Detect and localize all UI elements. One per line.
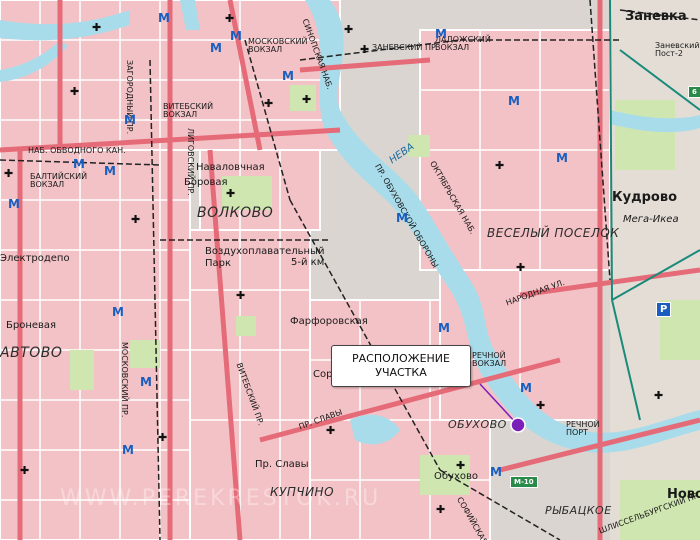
metro-icon[interactable]: M	[124, 114, 136, 126]
map[interactable]: WWW.PEREKRESTOK.RU ВОЛКОВО ВЕСЕЛЫЙ ПОСЕЛ…	[0, 0, 700, 540]
church-icon: ✚	[344, 23, 354, 36]
church-icon: ✚	[131, 213, 141, 226]
metro-icon[interactable]: M	[158, 12, 170, 24]
station-bronevaya: Броневая	[6, 320, 57, 331]
station-rechnoy-vokzal: РЕЧНОЙ ВОКЗАЛ	[472, 351, 507, 368]
church-icon: ✚	[360, 43, 370, 56]
church-icon: ✚	[236, 289, 246, 302]
church-icon: ✚	[70, 85, 80, 98]
metro-icon[interactable]: M	[282, 70, 294, 82]
station-5km: 5-й км	[291, 257, 325, 268]
district-kupchino: КУПЧИНО	[270, 485, 335, 499]
metro-icon[interactable]: M	[490, 466, 502, 478]
station-rechnoy-port: РЕЧНОЙ ПОРТ	[566, 420, 600, 437]
callout-line2: УЧАСТКА	[375, 366, 427, 379]
church-icon: ✚	[536, 399, 546, 412]
route-ring-shield: 6	[688, 86, 700, 98]
metro-icon[interactable]: M	[508, 95, 520, 107]
church-icon: ✚	[516, 261, 526, 274]
callout-line1: РАСПОЛОЖЕНИЕ	[352, 352, 450, 365]
church-icon: ✚	[302, 93, 312, 106]
church-icon: ✚	[4, 167, 14, 180]
metro-icon[interactable]: M	[8, 198, 20, 210]
church-icon: ✚	[225, 12, 235, 25]
church-icon: ✚	[20, 464, 30, 477]
district-kudrovo: Кудрово	[612, 190, 677, 205]
metro-icon[interactable]: M	[396, 212, 408, 224]
location-callout[interactable]: РАСПОЛОЖЕНИЕ УЧАСТКА	[331, 345, 471, 387]
street-obvodny: НАБ. ОБВОДНОГО КАН.	[28, 146, 126, 155]
station-obukhovo: Обухово	[434, 471, 479, 482]
station-zanevsky-post: Заневский Пост-2	[655, 41, 700, 58]
metro-icon[interactable]: M	[73, 158, 85, 170]
metro-icon[interactable]: M	[140, 376, 152, 388]
metro-icon[interactable]: M	[112, 306, 124, 318]
district-zanevka: Заневка	[625, 9, 687, 24]
metro-icon[interactable]: M	[230, 30, 242, 42]
church-icon: ✚	[654, 389, 664, 402]
metro-icon[interactable]: M	[438, 322, 450, 334]
metro-icon[interactable]: M	[556, 152, 568, 164]
metro-icon[interactable]: M	[435, 28, 447, 40]
metro-icon[interactable]: M	[104, 165, 116, 177]
station-baltiysky: БАЛТИЙСКИЙ ВОКЗАЛ	[30, 172, 88, 189]
church-icon: ✚	[456, 459, 466, 472]
parking-icon: P	[656, 302, 672, 317]
route-m10-shield: М-10	[510, 476, 538, 488]
church-icon: ✚	[495, 159, 505, 172]
district-vesely: ВЕСЕЛЫЙ ПОСЕЛОК	[487, 226, 620, 240]
district-rybatskoe: РЫБАЦКОЕ	[545, 504, 612, 517]
church-icon: ✚	[436, 503, 446, 516]
metro-icon[interactable]: M	[210, 42, 222, 54]
church-icon: ✚	[226, 187, 236, 200]
church-icon: ✚	[92, 21, 102, 34]
station-elektrodepo: Электродепо	[0, 253, 70, 264]
street-zanevsky: ЗАНЕВСКИЙ ПР.	[372, 43, 439, 52]
church-icon: ✚	[326, 424, 336, 437]
station-navalochnaya: Наваловчная	[196, 162, 265, 173]
metro-icon[interactable]: M	[520, 382, 532, 394]
station-farforovskaya: Фарфоровская	[290, 316, 368, 327]
district-volkovo: ВОЛКОВО	[197, 205, 274, 221]
site-marker	[510, 417, 526, 433]
map-canvas: WWW.PEREKRESTOK.RU	[0, 0, 700, 540]
district-obukhovo: ОБУХОВО	[448, 418, 507, 431]
station-pr-slavy: Пр. Славы	[255, 459, 309, 470]
church-icon: ✚	[158, 431, 168, 444]
place-mega-ikea: Мега-Икеа	[623, 214, 679, 225]
district-avtovo: АВТОВО	[0, 345, 63, 361]
station-moskovsky: МОСКОВСКИЙ ВОКЗАЛ	[248, 37, 308, 54]
metro-icon[interactable]: M	[122, 444, 134, 456]
church-icon: ✚	[264, 97, 274, 110]
street-moskovsky-pr: МОСКОВСКИЙ ПР.	[120, 342, 129, 418]
street-ligovsky: ЛИГОВСКИЙ ПР.	[186, 128, 195, 196]
station-vitebsky: ВИТЕБСКИЙ ВОКЗАЛ	[163, 102, 214, 119]
